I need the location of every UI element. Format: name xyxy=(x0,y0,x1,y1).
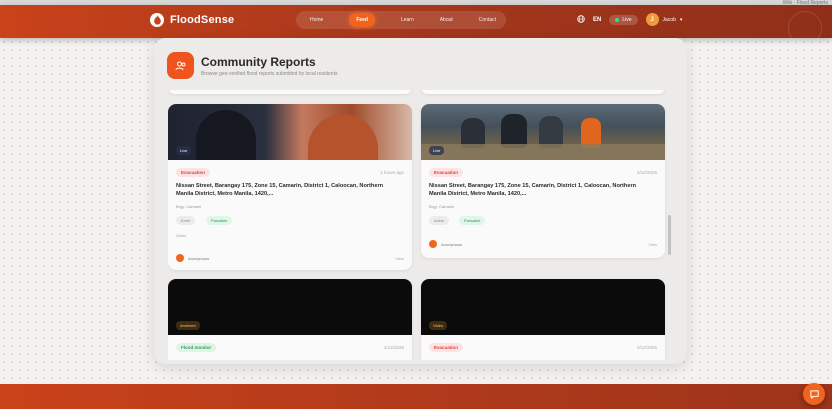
panel-header: Community Reports Browse geo-verified fl… xyxy=(167,52,337,79)
view-button[interactable]: View xyxy=(395,256,404,261)
report-card-previous[interactable] xyxy=(421,90,665,94)
report-video[interactable]: Archived xyxy=(168,279,412,335)
report-title[interactable]: Nissan Street, Barangay 175, Zone 15, Ca… xyxy=(429,182,654,198)
report-title[interactable]: Nissan Street, Barangay 175, Zone 15, Ca… xyxy=(176,182,401,198)
user-menu[interactable]: J Jacob ▾ xyxy=(645,13,683,26)
report-video[interactable]: Video xyxy=(421,279,665,335)
feed-scrollbar[interactable] xyxy=(668,215,671,255)
report-time: 2/12/2025 xyxy=(636,345,657,350)
image-label: Live xyxy=(176,146,192,155)
person-silhouette xyxy=(501,114,527,148)
depth-tag: Ankle xyxy=(429,216,450,225)
page-title: Community Reports xyxy=(201,54,316,69)
report-card[interactable]: Live Evacuation 2 hours ago Nissan Stree… xyxy=(168,104,412,270)
flame-icon xyxy=(150,13,164,27)
brand[interactable]: FloodSense xyxy=(150,13,234,27)
author-name: Anonymous xyxy=(188,255,210,261)
nav-feed[interactable]: Feed xyxy=(349,13,375,27)
user-name: Jacob xyxy=(662,16,676,23)
footer-bar xyxy=(0,384,832,409)
image-label: Archived xyxy=(176,321,200,330)
report-card[interactable]: Archived Flood monitor 2/12/2025 xyxy=(168,279,412,360)
image-label: Live xyxy=(429,146,445,155)
community-reports-panel: Community Reports Browse geo-verified fl… xyxy=(154,38,687,364)
person-silhouette xyxy=(196,110,256,160)
report-card[interactable]: Live Evacuation 2/12/2025 Nissan Street,… xyxy=(421,104,665,258)
report-card-previous[interactable] xyxy=(168,90,412,94)
language-toggle[interactable]: EN xyxy=(593,17,601,23)
chat-icon[interactable] xyxy=(803,383,825,405)
brand-name: FloodSense xyxy=(170,14,235,26)
live-label: Live xyxy=(622,16,632,23)
nav-about[interactable]: About xyxy=(440,17,453,23)
right-nav: EN Live J Jacob ▾ xyxy=(577,13,682,26)
report-time: 2 hours ago xyxy=(380,170,404,175)
report-location: Brgy. Camarin xyxy=(176,204,202,209)
avatar xyxy=(429,240,437,248)
report-location: Brgy. Camarin xyxy=(429,204,455,209)
live-dot-icon xyxy=(615,17,620,22)
status-badge: Evacuation xyxy=(429,343,464,352)
nav-contact[interactable]: Contact xyxy=(479,17,496,23)
users-icon xyxy=(167,52,194,79)
report-time: 2/12/2025 xyxy=(383,345,404,350)
report-image[interactable]: Live xyxy=(168,104,412,160)
reports-feed[interactable]: Live Evacuation 2 hours ago Nissan Stree… xyxy=(168,90,673,360)
report-image[interactable]: Live xyxy=(421,104,665,160)
decor-circle xyxy=(788,11,822,45)
author-name: Anonymous xyxy=(441,241,463,247)
nav-home[interactable]: Home xyxy=(310,17,323,23)
status-badge: Evacuation xyxy=(429,168,464,177)
view-button[interactable]: View xyxy=(648,242,657,247)
chevron-down-icon: ▾ xyxy=(679,16,683,23)
report-card[interactable]: Video Evacuation 2/12/2025 xyxy=(421,279,665,360)
nav-learn[interactable]: Learn xyxy=(401,17,414,23)
report-note: Water xyxy=(176,233,187,238)
globe-icon[interactable] xyxy=(577,14,585,25)
page-subtitle: Browse geo-verified flood reports submit… xyxy=(201,70,338,77)
floodwater xyxy=(421,144,665,160)
report-time: 2/12/2025 xyxy=(636,170,657,175)
passability-tag: Passable xyxy=(206,216,233,225)
avatar: J xyxy=(645,13,659,26)
report-author: Anonymous xyxy=(176,254,209,262)
live-status: Live xyxy=(609,14,638,25)
status-badge: Evacuation xyxy=(176,168,211,177)
passability-tag: Passable xyxy=(459,216,486,225)
image-label: Video xyxy=(429,321,448,330)
status-badge: Flood monitor xyxy=(176,343,217,352)
avatar xyxy=(176,254,184,262)
main-nav: Home Feed Learn About Contact xyxy=(296,11,506,29)
top-navbar: FloodSense Home Feed Learn About Contact… xyxy=(0,5,832,45)
depth-tag: Knee xyxy=(176,216,196,225)
person-silhouette xyxy=(308,114,378,160)
report-author: Anonymous xyxy=(429,240,462,248)
